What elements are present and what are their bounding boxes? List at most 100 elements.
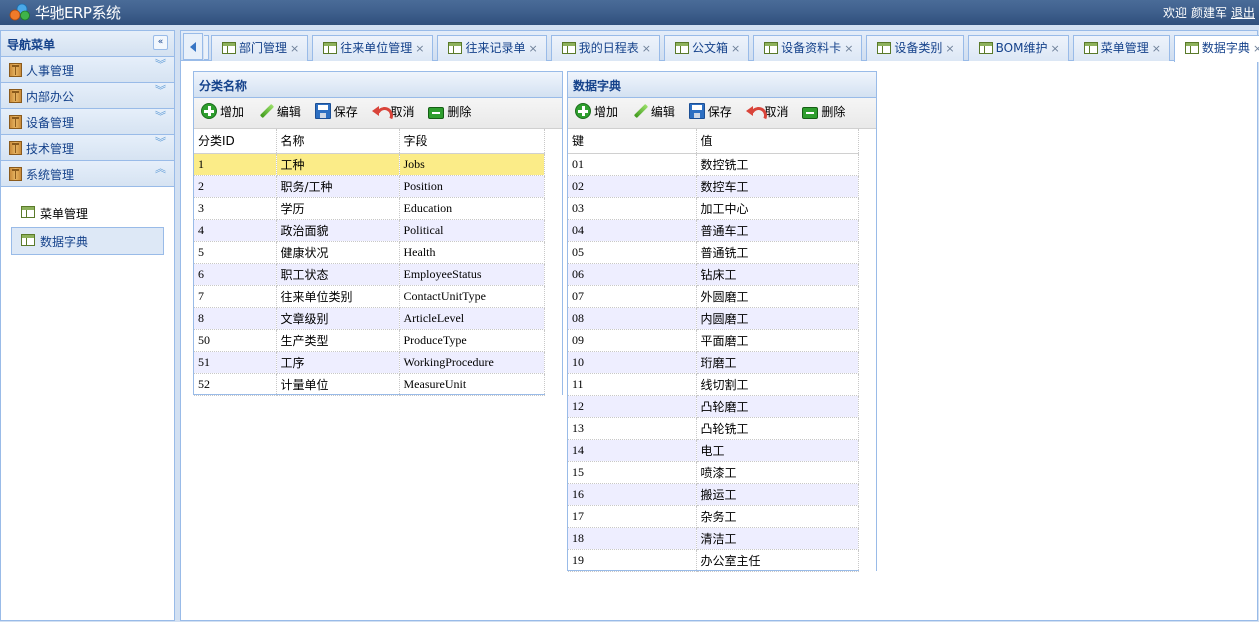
table-row[interactable]: 51 工序 WorkingProcedure (194, 351, 562, 374)
col-header-name[interactable]: 名称 (276, 129, 400, 154)
table-row[interactable]: 2 职务/工种 Position (194, 175, 562, 198)
dict-add-button[interactable]: 增加 (575, 98, 618, 129)
table-row[interactable]: 6 职工状态 EmployeeStatus (194, 263, 562, 286)
table-row[interactable]: 05 普通铣工 (568, 241, 876, 264)
table-row[interactable]: 01 数控铣工 (568, 153, 876, 176)
table-row[interactable]: 13 凸轮铣工 (568, 417, 876, 440)
chevron-down-icon[interactable]: ︾ (155, 111, 166, 122)
tab-scroll-left-icon[interactable] (183, 33, 203, 60)
table-row[interactable]: 14 电工 (568, 439, 876, 462)
table-row[interactable]: 10 珩磨工 (568, 351, 876, 374)
tab-2[interactable]: 往来记录单 × (437, 35, 547, 61)
grid-window-icon (1083, 42, 1098, 54)
cell-key: 12 (568, 395, 697, 418)
table-row[interactable]: 03 加工中心 (568, 197, 876, 220)
cell-category-id: 2 (194, 175, 277, 198)
cell-filler (544, 307, 562, 329)
sidebar-section-2[interactable]: 设备管理 ︾ (1, 109, 174, 135)
delete-label: 删除 (821, 105, 846, 119)
table-row[interactable]: 17 杂务工 (568, 505, 876, 528)
table-row[interactable]: 16 搬运工 (568, 483, 876, 506)
table-row[interactable]: 7 往来单位类别 ContactUnitType (194, 285, 562, 308)
tab-9[interactable]: 数据字典 × (1173, 35, 1259, 62)
close-icon[interactable]: × (844, 42, 853, 55)
table-row[interactable]: 08 内圆磨工 (568, 307, 876, 330)
close-icon[interactable]: × (642, 42, 651, 55)
table-row[interactable]: 4 政治面貌 Political (194, 219, 562, 242)
table-row[interactable]: 18 清洁工 (568, 527, 876, 550)
sidebar-section-3[interactable]: 技术管理 ︾ (1, 135, 174, 161)
dict-cancel-button[interactable]: 取消 (745, 98, 789, 129)
table-row[interactable]: 19 办公室主任 (568, 549, 876, 572)
tab-1[interactable]: 往来单位管理 × (312, 35, 434, 61)
table-row[interactable]: 52 计量单位 MeasureUnit (194, 373, 562, 396)
close-icon[interactable]: × (945, 42, 954, 55)
delete-label: 删除 (447, 105, 472, 119)
table-row[interactable]: 02 数控车工 (568, 175, 876, 198)
dict-delete-button[interactable]: 删除 (802, 98, 845, 129)
cell-filler (858, 307, 876, 329)
close-icon[interactable]: × (1152, 42, 1161, 55)
tab-3[interactable]: 我的日程表 × (550, 35, 660, 61)
tab-6[interactable]: 设备类别 × (866, 35, 964, 61)
table-row[interactable]: 3 学历 Education (194, 197, 562, 220)
chevron-down-icon[interactable]: ︾ (155, 85, 166, 96)
cell-key: 19 (568, 549, 697, 572)
close-icon[interactable]: × (290, 42, 299, 55)
category-add-button[interactable]: 增加 (201, 98, 244, 129)
minus-delete-icon (802, 107, 819, 119)
category-cancel-button[interactable]: 取消 (371, 98, 415, 129)
cell-value: 普通铣工 (696, 241, 859, 264)
close-icon[interactable]: × (731, 42, 740, 55)
app-header: 华驰ERP系统 欢迎 颜建军 退出 (0, 0, 1259, 25)
chevron-down-icon[interactable]: ︾ (155, 137, 166, 148)
table-row[interactable]: 1 工种 Jobs (194, 153, 562, 176)
table-row[interactable]: 07 外圆磨工 (568, 285, 876, 308)
cell-filler (858, 241, 876, 263)
col-header-category-id[interactable]: 分类ID (194, 129, 277, 154)
close-icon[interactable]: × (528, 42, 537, 55)
dict-save-button[interactable]: 保存 (688, 98, 732, 129)
cell-value: 清洁工 (696, 527, 859, 550)
tab-5[interactable]: 设备资料卡 × (753, 35, 863, 61)
tab-0[interactable]: 部门管理 × (211, 35, 309, 61)
table-row[interactable]: 8 文章级别 ArticleLevel (194, 307, 562, 330)
table-row[interactable]: 09 平面磨工 (568, 329, 876, 352)
cell-filler (858, 351, 876, 373)
table-row[interactable]: 15 喷漆工 (568, 461, 876, 484)
category-delete-button[interactable]: 删除 (428, 98, 471, 129)
tab-8[interactable]: 菜单管理 × (1072, 35, 1170, 61)
chevron-up-icon[interactable]: ︽ (155, 163, 166, 174)
grid-window-icon (21, 234, 35, 246)
col-header-value[interactable]: 值 (696, 129, 859, 154)
table-row[interactable]: 06 钻床工 (568, 263, 876, 286)
sidebar-section-1[interactable]: 内部办公 ︾ (1, 83, 174, 109)
category-edit-button[interactable]: 编辑 (258, 98, 301, 129)
table-row[interactable]: 04 普通车工 (568, 219, 876, 242)
double-chevron-left-icon[interactable]: « (153, 35, 168, 50)
table-row[interactable]: 5 健康状况 Health (194, 241, 562, 264)
table-row[interactable]: 50 生产类型 ProduceType (194, 329, 562, 352)
sidebar-section-4[interactable]: 系统管理 ︽ (1, 161, 174, 187)
chevron-down-icon[interactable]: ︾ (155, 59, 166, 70)
col-header-field[interactable]: 字段 (399, 129, 545, 154)
col-header-key[interactable]: 键 (568, 129, 697, 154)
logout-link[interactable]: 退出 (1231, 6, 1255, 20)
category-save-button[interactable]: 保存 (314, 98, 358, 129)
table-row[interactable]: 12 凸轮磨工 (568, 395, 876, 418)
sidebar-item-0[interactable]: 菜单管理 (11, 199, 164, 227)
dict-edit-button[interactable]: 编辑 (632, 98, 675, 129)
minus-delete-icon (428, 107, 445, 119)
sidebar-item-1[interactable]: 数据字典 (11, 227, 164, 255)
cell-key: 02 (568, 175, 697, 198)
cell-value: 平面磨工 (696, 329, 859, 352)
table-row[interactable]: 11 线切割工 (568, 373, 876, 396)
grid-window-icon (1184, 42, 1199, 54)
close-icon[interactable]: × (1253, 42, 1259, 55)
cell-field: Health (399, 241, 545, 264)
close-icon[interactable]: × (415, 42, 424, 55)
close-icon[interactable]: × (1050, 42, 1059, 55)
sidebar-section-0[interactable]: 人事管理 ︾ (1, 57, 174, 83)
tab-4[interactable]: 公文箱 × (663, 35, 750, 61)
tab-7[interactable]: BOM维护 × (967, 35, 1069, 61)
